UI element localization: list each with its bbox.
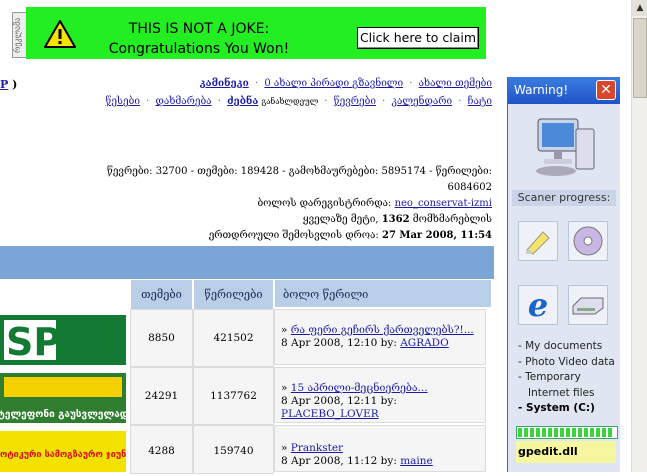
row2-last-date: 8 Apr 2008, 12:11 by: [281,395,397,407]
forum-image-3[interactable]: ეგზოტიკური სამოგზაურო ჯიუნისი [0,431,142,472]
ad-green-area[interactable]: THIS IS NOT A JOKE: Congratulations You … [26,7,486,59]
scan-item: - Temporary [518,371,581,383]
pen-drive-icon [518,221,558,261]
row2-posts: 1137762 [193,367,274,425]
left-partial-link[interactable]: P ) [0,78,17,91]
max-online-row: ყველაზე მეტი, 1362 მომხმარებლის [52,212,492,228]
phone-banner-graphic: ტელეფონი გაუსვლელად [0,373,128,423]
forum-image-1[interactable]: SP №1 [0,315,147,365]
left-partial-text[interactable]: P [0,78,8,91]
drive-icon [568,285,608,325]
scan-progress-bar [516,426,618,439]
row3-last-post: » Prankster 8 Apr 2008, 11:12 by: maine [274,425,486,472]
forum-stats: წევრები: 32700 - თემები: 189428 - გამოხმ… [52,164,492,244]
img3-label: ეგზოტიკური სამოგზაურო ჯიუნისი [0,449,126,460]
simultaneous-label: ერთდროული შემოსვლის დროა: [208,230,379,241]
row2-last-user[interactable]: PLACEBO_LOVER [281,408,379,420]
scan-item-current: - System (C:) [518,402,595,414]
row1-last-date: 8 Apr 2008, 12:10 by: [281,337,397,349]
computer-icon [536,118,595,176]
claim-button[interactable]: Click here to claim [357,27,479,49]
rules-link[interactable]: წესები [106,96,140,107]
scan-item: - Photo Video data [518,355,615,368]
max-online-suffix: მომხმარებლის [412,214,492,225]
scroll-up-arrow-icon[interactable]: ▲ [632,0,647,16]
header-last-post: ბოლო წერილი [274,279,492,308]
row3-last-date: 8 Apr 2008, 11:12 by: [281,455,397,467]
fake-warning-panel[interactable]: Warning! ✕ Scaner progress: e - My docum… [507,77,620,472]
scrollbar-thumb[interactable] [633,18,647,98]
row2-topics: 24291 [130,367,193,425]
scan-item: - My documents [518,340,603,352]
new-topics-link[interactable]: ახალი თემები [419,78,492,89]
user-nav: კამინეკი · 0 ახალი პირადი გზავნილი · ახა… [199,78,492,89]
scan-target-list: - My documents - Photo Video data - Temp… [518,339,618,417]
last-member-label: ბოლოს დარეგისტრირდა: [257,198,392,209]
row3-last-user[interactable]: maine [400,455,433,467]
scan-progress-fill [518,428,614,437]
row1-last-title[interactable]: რა ფერი გეჩირს ქართველებს?!... [291,324,474,336]
scam-ad-banner[interactable]: რეკლამა THIS IS NOT A JOKE: Congratulati… [12,6,486,60]
row1-posts: 421502 [193,309,274,367]
travel-banner-graphic: ეგზოტიკური სამოგზაურო ჯიუნისი [0,431,142,472]
category-header-bar [0,246,494,279]
internet-explorer-icon: e [518,285,558,325]
row2-last-title[interactable]: 15 აპრილი-მეცნიერება... [291,382,428,394]
header-topics: თემები [130,279,193,310]
sp-banner-graphic: SP №1 [0,315,147,365]
ad-message: THIS IS NOT A JOKE: Congratulations You … [86,19,312,59]
help-link[interactable]: დახმარება [155,96,211,107]
row3-last-title[interactable]: Prankster [291,442,343,454]
forum-table: თემები წერილები ბოლო წერილი SP №1 8850 4… [0,279,494,474]
row3-posts: 159740 [193,425,274,474]
ad-line-1: THIS IS NOT A JOKE: [128,21,270,37]
forum-image-2[interactable]: ტელეფონი გაუსვლელად [0,373,128,423]
close-icon[interactable]: ✕ [596,80,616,100]
header-posts: წერილები [193,279,274,310]
max-online-count: 1362 [381,214,410,225]
svg-text:e: e [528,286,548,324]
main-nav: წესები · დახმარება · ძებნა განახლდეულ · … [105,96,493,107]
private-messages-link[interactable]: 0 ახალი პირადი გზავნილი [264,78,403,89]
row1-last-post: » რა ფერი გეჩირს ქართველებს?!... 8 Apr 2… [274,309,486,365]
row1-last-user[interactable]: AGRADO [400,337,449,349]
simultaneous-row: ერთდროული შემოსვლის დროა: 27 Mar 2008, 1… [52,228,492,244]
warning-triangle-icon [44,20,76,48]
img2-label: ტელეფონი გაუსვლელად [0,408,126,420]
stats-counts-total: 6084602 [447,182,492,193]
last-member-link[interactable]: neo_conservat-izmi [395,198,492,209]
row3-topics: 4288 [130,425,193,474]
img1-label: SP №1 [6,320,126,364]
panel-title: Warning! [514,83,569,97]
row1-topics: 8850 [130,309,193,367]
vertical-scrollbar[interactable]: ▲ [631,0,647,472]
search-link[interactable]: ძებნა [227,96,258,107]
search-extra: განახლდეულ [261,97,319,106]
ad-line-2: Congratulations You Won! [108,41,290,57]
calendar-link[interactable]: კალენდარი [392,96,453,107]
last-member-row: ბოლოს დარეგისტრირდა: neo_conservat-izmi [52,196,492,212]
current-file: gpedit.dll [516,441,616,463]
max-online-label: ყველაზე მეტი, [302,214,379,225]
scanner-progress-label: Scaner progress: [512,190,616,206]
simultaneous-date: 27 Mar 2008, 11:54 [381,230,492,241]
scan-item: Internet files [528,386,595,399]
members-link[interactable]: წევრები [334,96,376,107]
cd-icon [568,221,608,261]
stats-counts: წევრები: 32700 - თემები: 189428 - გამოხმ… [107,166,492,177]
username-link[interactable]: კამინეკი [200,78,249,89]
row2-last-post: » 15 აპრილი-მეცნიერება... 8 Apr 2008, 12… [274,367,486,423]
chat-link[interactable]: ჩატი [468,96,492,107]
